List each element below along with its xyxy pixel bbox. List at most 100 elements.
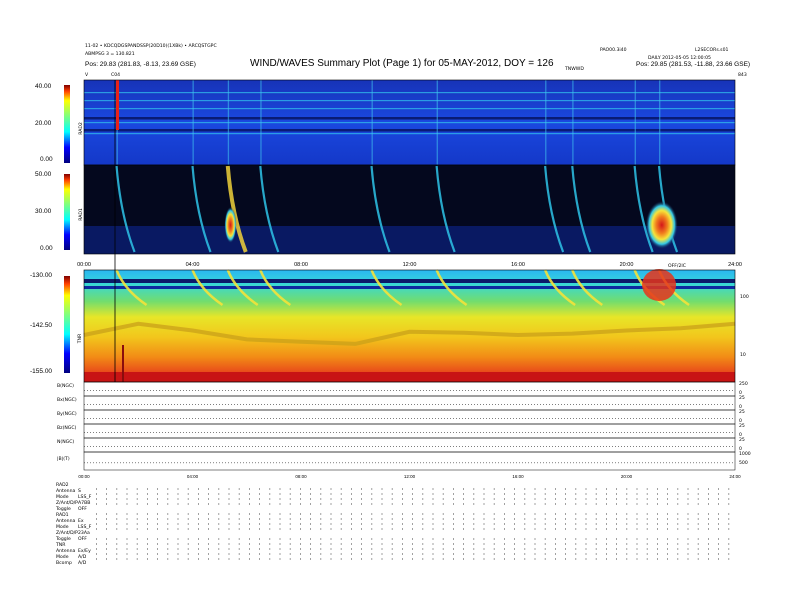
time-tick-label-bottom: 20:00 [621, 474, 633, 479]
rad1-setting-2-val: 23Aa [78, 531, 90, 536]
mag-rtick-1a: 25 [739, 396, 745, 401]
rad1-tick-top: 50.00 [35, 171, 52, 178]
rad1-setting-3-val: OFF [78, 537, 87, 542]
rad2-setting-1: Mode [56, 495, 69, 500]
time-tick-label-bottom: 00:00 [78, 474, 90, 479]
rad2-tick-bot: 0.00 [40, 156, 53, 163]
tnr-tick-top: -130.00 [30, 272, 53, 279]
rad2-band [84, 92, 735, 94]
mag-panel-frame [83, 451, 736, 471]
rad1-setting-1-val: LSS_F [78, 525, 92, 530]
mag-label-bz: Bz(NGC) [57, 426, 77, 431]
rad1-setting-0: Antenna [56, 519, 76, 524]
rad2-setting-0: Antenna [56, 489, 76, 494]
rad2-label: RAD2 [78, 122, 84, 135]
rad1-setting-2: Z/Ant/D/P [56, 531, 78, 536]
tnr-tick-bot: -155.00 [30, 368, 53, 375]
rad2-burst-mark [436, 80, 438, 165]
mag-label-bt: |B|(T) [57, 457, 70, 462]
time-tick-label-top: 16:00 [511, 262, 525, 268]
mag-panel-frame [83, 437, 736, 453]
rad2-setting-2: Z/Ant/D/P [56, 501, 78, 506]
mag-rtick-4a: 25 [739, 438, 745, 443]
time-tick-label-bottom: 16:00 [512, 474, 524, 479]
rad2-burst-mark [260, 80, 262, 165]
tnr-setting-0-val: Ex/Ey [78, 549, 91, 554]
rad1-panel [83, 164, 736, 255]
rad1-tick-mid: 30.00 [35, 208, 52, 215]
time-tick-label-top: 20:00 [620, 262, 634, 268]
tnr-hot-spot [642, 269, 677, 301]
mag-panel-frame [83, 381, 736, 397]
rad2-burst-mark [659, 80, 661, 165]
rad2-band [84, 122, 735, 124]
rad2-hot-column [116, 80, 119, 130]
rad2-band [84, 129, 735, 132]
rad1-burst-2 [224, 207, 237, 243]
time-tick-label-top: 04:00 [186, 262, 200, 268]
mag-rtick-5b: 500 [739, 461, 748, 466]
tnr-settings-title: TNR [56, 543, 66, 548]
mag-rtick-0a: 250 [739, 382, 748, 387]
tnr-setting-2: Bcomp [56, 561, 72, 566]
settings-grid [96, 488, 735, 560]
tnr-right-tick-10: 10 [740, 353, 746, 358]
rad2-burst-mark [634, 80, 636, 165]
rad1-colorbar [64, 174, 70, 250]
mag-panel-frame [83, 395, 736, 411]
time-axis-bottom: 00:00 04:00 08:00 12:00 16:00 20:00 24:00 [78, 474, 741, 479]
time-tick-label-top: 08:00 [294, 262, 308, 268]
tnr-bottom-red [84, 372, 735, 382]
mag-panel-frame [83, 423, 736, 439]
rad2-panel [83, 79, 736, 166]
rad2-setting-1-val: LSS_F [78, 495, 92, 500]
rad1-label: RAD1 [78, 208, 84, 221]
rad1-intense-burst [645, 201, 678, 249]
rad2-burst-mark [227, 80, 230, 165]
rad2-band [84, 117, 735, 120]
mag-panel-frame [83, 409, 736, 425]
tnr-right-tick-100: 100 [740, 295, 749, 300]
rad2-setting-3: Toggle [56, 507, 71, 512]
rad2-tick-top: 40.00 [35, 83, 52, 90]
time-tick-label-bottom: 04:00 [187, 474, 199, 479]
rad2-band [84, 133, 735, 135]
rad2-colorbar [64, 85, 70, 163]
tnr-label: TNR [78, 333, 84, 344]
rad1-setting-3: Toggle [56, 537, 71, 542]
mag-label-b: B(NGC) [57, 384, 74, 389]
rad2-burst-mark [371, 80, 373, 165]
rad2-burst-mark [545, 80, 547, 165]
time-tick-label-bottom: 08:00 [295, 474, 307, 479]
rad2-setting-0-val: S [78, 489, 81, 494]
time-tick-label-top: 00:00 [77, 262, 91, 268]
mag-panels [83, 381, 736, 471]
tnr-colorbar [64, 276, 70, 373]
time-axis-top: 00:00 04:00 08:00 12:00 16:00 20:00 24:00 [77, 262, 742, 268]
mag-rtick-5a: 1000 [739, 452, 751, 457]
tnr-setting-0: Antenna [56, 549, 76, 554]
annotation-mid: OFF/2IC [668, 264, 686, 269]
tnr-setting-2-val: A/D [78, 561, 87, 566]
tnr-setting-1: Mode [56, 555, 69, 560]
rad1-setting-1: Mode [56, 525, 69, 530]
time-tick-label-bottom: 12:00 [404, 474, 416, 479]
mag-rtick-2a: 25 [739, 410, 745, 415]
rad2-band [84, 108, 735, 110]
rad2-settings-title: RAD2 [56, 483, 69, 488]
rad1-settings-title: RAD1 [56, 513, 69, 518]
mag-label-by: By(NGC) [57, 412, 77, 417]
rad1-tick-bot: 0.00 [40, 245, 53, 252]
tnr-setting-1-val: A/D [78, 555, 87, 560]
summary-plot: 00:00 04:00 08:00 12:00 16:00 20:00 24:00 00:0… [64, 79, 742, 560]
mag-label-bx: Bx(NGC) [57, 398, 77, 403]
rad1-setting-0-val: Ex [78, 519, 84, 524]
rad2-setting-2-val: A7BB [78, 501, 91, 506]
rad2-tick-mid: 20.00 [35, 120, 52, 127]
mag-label-n: N(NGC) [57, 440, 75, 445]
time-tick-label-bottom: 24:00 [729, 474, 741, 479]
rad2-burst-mark [192, 80, 194, 165]
tnr-tick-mid: -142.50 [30, 322, 53, 329]
rad2-setting-3-val: OFF [78, 507, 87, 512]
mag-rtick-3a: 25 [739, 424, 745, 429]
